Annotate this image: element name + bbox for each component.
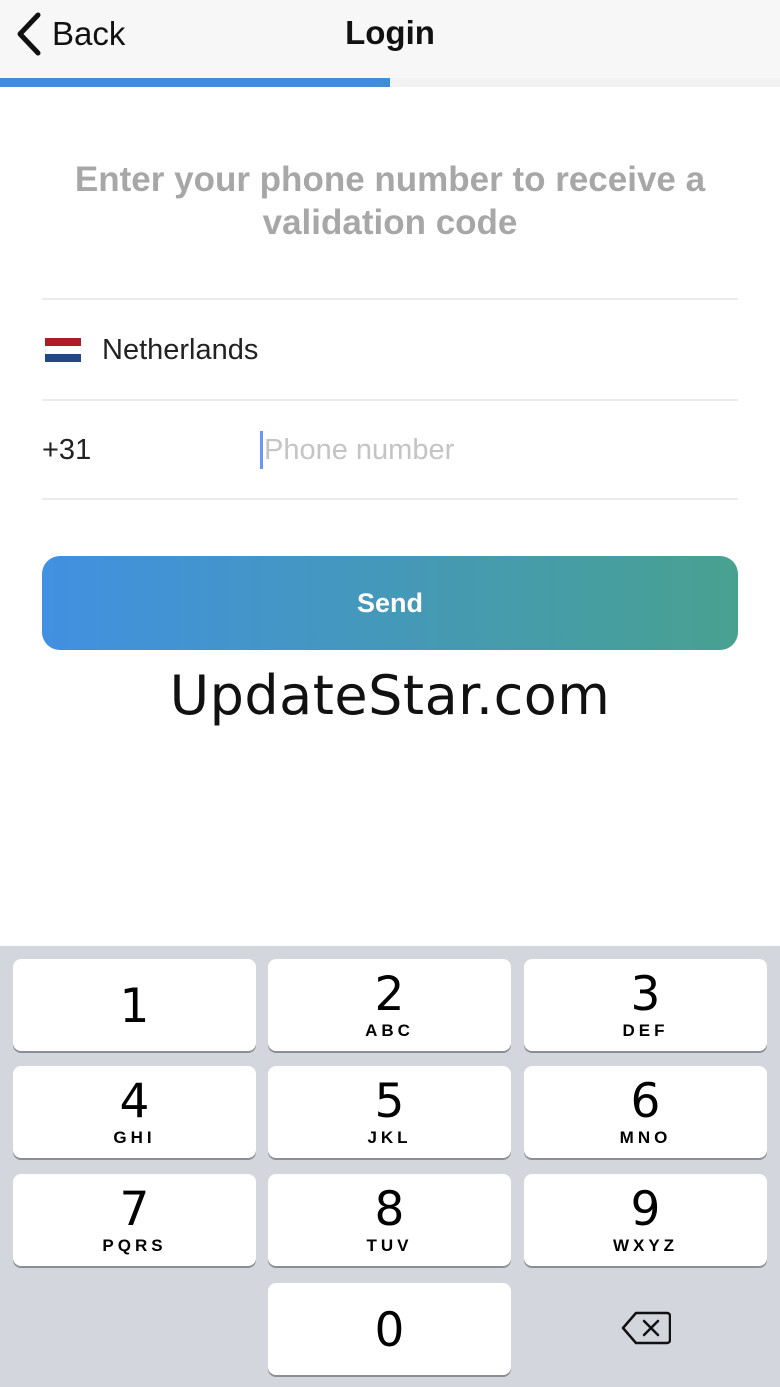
- dial-code[interactable]: +31: [42, 401, 91, 499]
- numeric-keypad: 1 2 ABC 3 DEF 4 GHI 5 JKL 6 MNO 7 PQRS 8…: [0, 946, 780, 1387]
- key-2[interactable]: 2 ABC: [268, 959, 511, 1051]
- key-1[interactable]: 1: [13, 959, 256, 1051]
- navigation-bar: Back Login: [0, 0, 780, 79]
- backspace-icon: [621, 1311, 671, 1345]
- key-digit: 9: [630, 1182, 661, 1237]
- text-caret: [260, 431, 263, 469]
- key-8[interactable]: 8 TUV: [268, 1174, 511, 1266]
- key-letters: PQRS: [102, 1236, 167, 1255]
- key-digit: 5: [374, 1074, 405, 1129]
- key-letters: ABC: [365, 1021, 414, 1040]
- phone-row: +31: [42, 401, 738, 499]
- key-3[interactable]: 3 DEF: [524, 959, 767, 1051]
- key-9[interactable]: 9 WXYZ: [524, 1174, 767, 1266]
- key-digit: 2: [374, 967, 405, 1022]
- key-letters: GHI: [113, 1128, 156, 1147]
- key-digit: 4: [119, 1074, 150, 1129]
- key-letters: WXYZ: [612, 1236, 679, 1255]
- divider: [42, 298, 738, 300]
- progress-fill: [0, 78, 390, 87]
- key-0[interactable]: 0: [268, 1283, 511, 1375]
- page-title: Login: [345, 14, 435, 51]
- key-5[interactable]: 5 JKL: [268, 1066, 511, 1158]
- key-digit: 7: [119, 1182, 150, 1237]
- key-letters: DEF: [622, 1021, 669, 1040]
- key-letters: MNO: [619, 1128, 672, 1147]
- watermark: UpdateStar.com: [169, 664, 611, 727]
- country-selector[interactable]: Netherlands: [42, 301, 738, 399]
- key-4[interactable]: 4 GHI: [13, 1066, 256, 1158]
- instruction-text: Enter your phone number to receive a val…: [74, 160, 706, 242]
- phone-number-input[interactable]: [256, 425, 734, 475]
- key-digit: 6: [630, 1074, 661, 1129]
- divider: [42, 498, 738, 500]
- key-digit: 8: [374, 1182, 405, 1237]
- key-digit: 1: [119, 979, 150, 1034]
- send-button[interactable]: Send: [42, 556, 738, 650]
- key-digit: 3: [630, 967, 661, 1022]
- key-letters: JKL: [367, 1128, 412, 1147]
- country-name: Netherlands: [102, 333, 259, 366]
- delete-key[interactable]: [524, 1282, 767, 1374]
- progress-bar: [0, 78, 780, 87]
- key-letters: TUV: [366, 1236, 413, 1255]
- key-6[interactable]: 6 MNO: [524, 1066, 767, 1158]
- key-digit: 0: [374, 1303, 405, 1358]
- key-7[interactable]: 7 PQRS: [13, 1174, 256, 1266]
- netherlands-flag-icon: [45, 338, 81, 362]
